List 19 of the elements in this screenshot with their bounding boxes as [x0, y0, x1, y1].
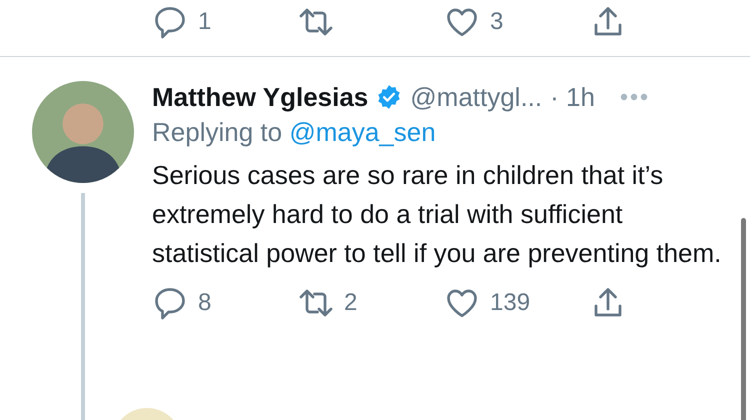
speech-bubble-icon — [152, 285, 188, 321]
author-name[interactable]: Matthew Yglesias — [152, 82, 368, 112]
like-button[interactable]: 3 — [444, 4, 590, 40]
like-count: 3 — [490, 8, 504, 36]
like-button[interactable]: 139 — [444, 285, 590, 321]
reply-button[interactable]: 8 — [152, 285, 298, 321]
reply-count: 8 — [198, 289, 212, 317]
retweet-count: 2 — [344, 289, 358, 317]
retweet-button[interactable]: 2 — [298, 285, 444, 321]
speech-bubble-icon — [152, 4, 188, 40]
reply-button[interactable]: 1 — [152, 4, 298, 40]
like-count: 139 — [490, 289, 530, 317]
tweet-text: Serious cases are so rare in children that it’s extremely hard to do a trial with sufficient statistical power to tell if you are preventing them. — [152, 159, 722, 270]
reply-count: 1 — [198, 8, 212, 36]
mention-link[interactable]: @maya_sen — [289, 117, 436, 147]
author-handle[interactable]: @mattygl... — [410, 82, 542, 112]
timestamp: · 1h — [550, 82, 595, 112]
scrollbar[interactable] — [741, 218, 746, 420]
replying-to-text: Replying to @maya_sen — [152, 117, 437, 148]
